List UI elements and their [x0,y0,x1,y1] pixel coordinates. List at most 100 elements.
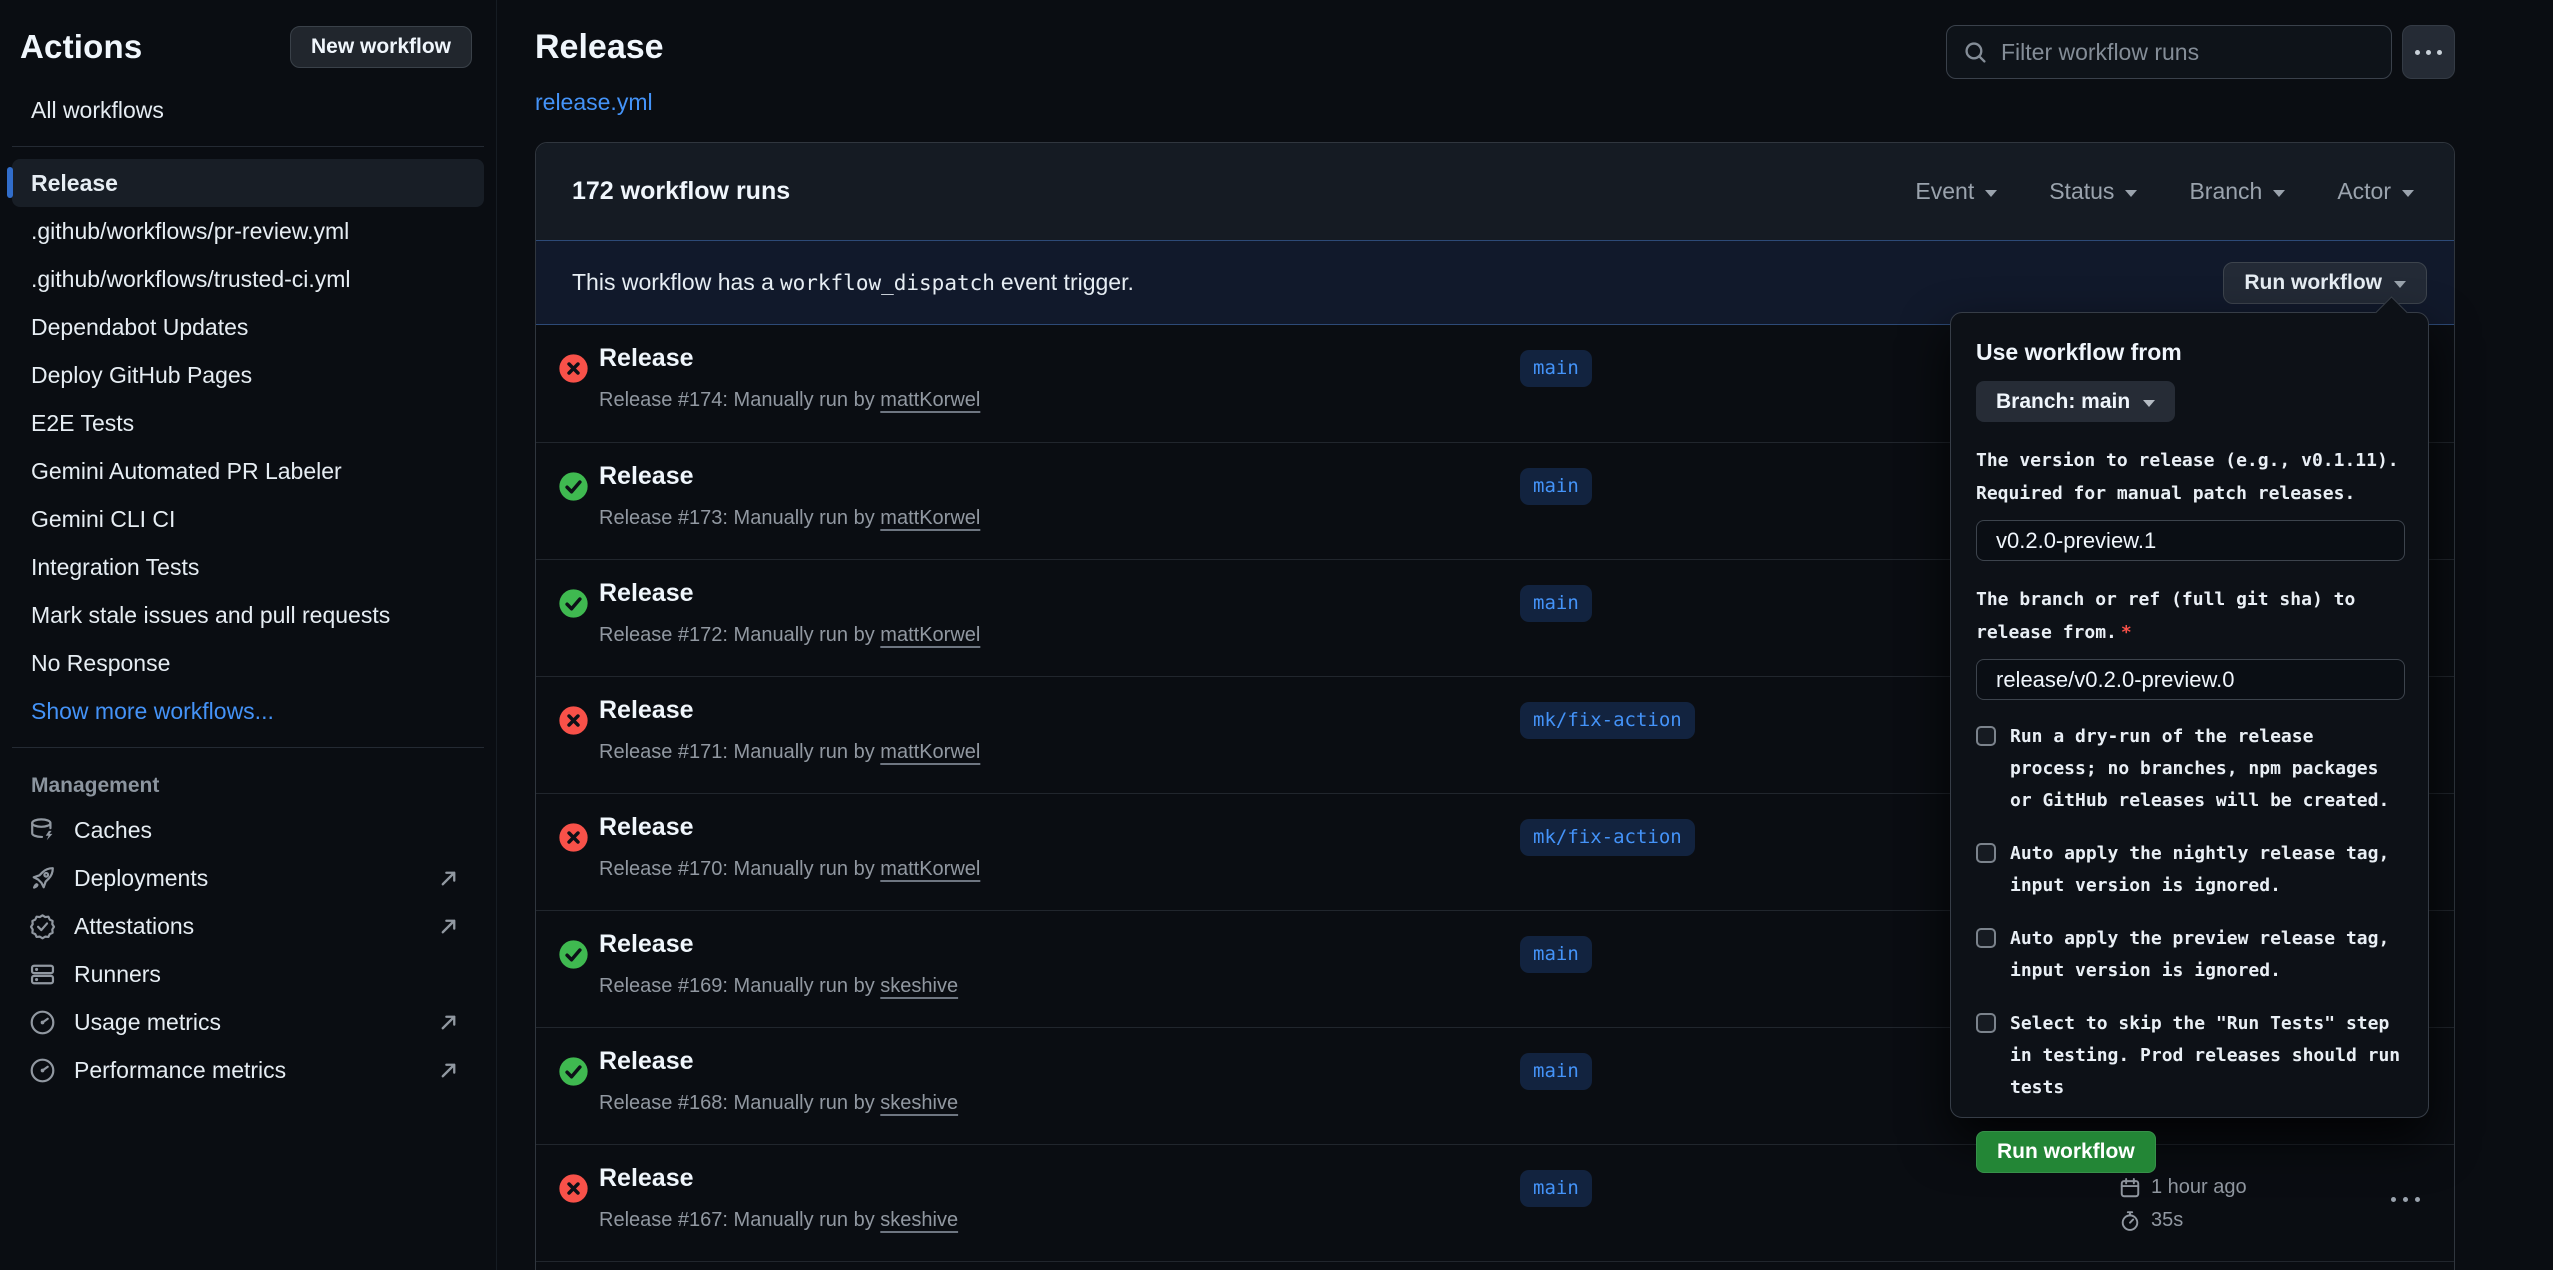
use-workflow-from-heading: Use workflow from [1976,339,2403,366]
actions-page: Actions New workflow All workflows Relea… [0,0,2553,1270]
run-description: Release #168: Manually run by skeshive [599,1092,958,1115]
sidebar-workflow-item[interactable]: No Response [12,639,484,687]
workflow-list: Release.github/workflows/pr-review.yml.g… [12,159,484,687]
run-description: Release #174: Manually run by mattKorwel [599,389,980,412]
filter-dropdown-label: Actor [2337,178,2391,205]
run-description-text: Release #169: Manually run by [599,975,875,997]
sidebar-workflow-item[interactable]: .github/workflows/trusted-ci.yml [12,255,484,303]
run-description: Release #173: Manually run by mattKorwel [599,507,980,530]
dispatch-option: Select to skip the "Run Tests" step in t… [1976,1008,2403,1104]
sidebar-workflow-item[interactable]: Integration Tests [12,543,484,591]
filter-workflow-runs-input[interactable] [2001,39,2375,66]
external-link-icon [437,915,460,938]
sidebar-workflow-item[interactable]: E2E Tests [12,399,484,447]
server-icon [29,961,56,988]
run-title-link[interactable]: Release [599,813,694,842]
run-title-link[interactable]: Release [599,696,694,725]
sidebar-workflow-item[interactable]: Gemini CLI CI [12,495,484,543]
run-description: Release #171: Manually run by mattKorwel [599,741,980,764]
filter-workflow-runs-field[interactable] [1946,25,2392,79]
kebab-dot [2426,50,2431,55]
sidebar-workflow-item[interactable]: Release [12,159,484,207]
filter-dropdown[interactable]: Branch [2189,178,2285,205]
run-description: Release #167: Manually run by skeshive [599,1209,958,1232]
dispatch-option: Auto apply the preview release tag, inpu… [1976,923,2403,987]
sidebar-workflow-item[interactable]: Dependabot Updates [12,303,484,351]
run-actor-link[interactable]: mattKorwel [880,389,980,411]
kebab-dot [2403,1197,2408,1202]
run-actor-link[interactable]: mattKorwel [880,624,980,646]
branch-badge[interactable]: main [1520,350,1592,387]
chevron-down-icon [2402,190,2414,197]
branch-badge[interactable]: main [1520,936,1592,973]
run-description-text: Release #174: Manually run by [599,389,875,411]
sidebar-management-item[interactable]: Runners [12,950,484,998]
run-title-link[interactable]: Release [599,1164,694,1193]
sidebar-management-item[interactable]: Caches [12,806,484,854]
run-time: 1 hour ago [2151,1176,2247,1199]
kebab-dot [2415,50,2420,55]
sidebar-workflow-item[interactable]: Deploy GitHub Pages [12,351,484,399]
filter-dropdown[interactable]: Actor [2337,178,2414,205]
run-title-link[interactable]: Release [599,930,694,959]
sidebar-management-item[interactable]: Attestations [12,902,484,950]
checkbox[interactable] [1976,1013,1996,1033]
run-title-link[interactable]: Release [599,579,694,608]
checkbox[interactable] [1976,726,1996,746]
new-workflow-button[interactable]: New workflow [290,26,472,68]
checkbox-label: Run a dry-run of the release process; no… [2010,721,2403,817]
external-link-icon [437,1011,460,1034]
filter-dropdown[interactable]: Status [2049,178,2137,205]
branch-badge[interactable]: mk/fix-action [1520,702,1695,739]
stopwatch-icon [2119,1210,2141,1232]
sidebar-workflow-item[interactable]: Gemini Automated PR Labeler [12,447,484,495]
workflow-file-link[interactable]: release.yml [535,89,653,116]
checkbox[interactable] [1976,843,1996,863]
run-description-text: Release #171: Manually run by [599,741,875,763]
external-link-icon [437,1059,460,1082]
page-kebab-button[interactable] [2402,25,2455,79]
filter-dropdown[interactable]: Event [1915,178,1997,205]
run-title-link[interactable]: Release [599,1047,694,1076]
external-link-icon [437,867,460,890]
dispatch-option: Auto apply the nightly release tag, inpu… [1976,838,2403,902]
kebab-dot [2415,1197,2420,1202]
chevron-down-icon [1985,190,1997,197]
run-status-icon [558,471,589,502]
checkbox[interactable] [1976,928,1996,948]
sidebar-item-all-workflows[interactable]: All workflows [12,86,484,134]
branch-badge[interactable]: main [1520,1170,1592,1207]
run-actor-link[interactable]: skeshive [880,1209,958,1231]
sidebar-title: Actions [20,28,142,66]
branch-badge[interactable]: main [1520,585,1592,622]
sidebar-workflow-item[interactable]: Mark stale issues and pull requests [12,591,484,639]
branch-selector-button[interactable]: Branch: main [1976,381,2175,422]
ref-input[interactable] [1976,659,2405,700]
run-duration: 35s [2151,1209,2183,1232]
run-actor-link[interactable]: mattKorwel [880,507,980,529]
dispatch-options-list: Run a dry-run of the release process; no… [1976,721,2403,1104]
branch-badge[interactable]: main [1520,468,1592,505]
run-actor-link[interactable]: mattKorwel [880,741,980,763]
sidebar-management-label: Deployments [74,865,437,892]
run-workflow-dropdown-button[interactable]: Run workflow [2223,262,2427,304]
run-kebab-button[interactable] [2391,1197,2420,1202]
run-description-text: Release #167: Manually run by [599,1209,875,1231]
sidebar-management-item[interactable]: Performance metrics [12,1046,484,1094]
run-title-link[interactable]: Release [599,462,694,491]
run-title-link[interactable]: Release [599,344,694,373]
run-actor-link[interactable]: skeshive [880,975,958,997]
version-input[interactable] [1976,520,2405,561]
run-actor-link[interactable]: skeshive [880,1092,958,1114]
sidebar-management-item[interactable]: Usage metrics [12,998,484,1046]
chevron-down-icon [2394,281,2406,288]
show-more-workflows-link[interactable]: Show more workflows... [12,687,484,735]
page-title: Release [535,28,664,67]
branch-badge[interactable]: main [1520,1053,1592,1090]
filter-dropdown-label: Branch [2189,178,2262,205]
sidebar-management-item[interactable]: Deployments [12,854,484,902]
sidebar-workflow-item[interactable]: .github/workflows/pr-review.yml [12,207,484,255]
run-actor-link[interactable]: mattKorwel [880,858,980,880]
branch-badge[interactable]: mk/fix-action [1520,819,1695,856]
run-workflow-submit-button[interactable]: Run workflow [1976,1131,2156,1173]
